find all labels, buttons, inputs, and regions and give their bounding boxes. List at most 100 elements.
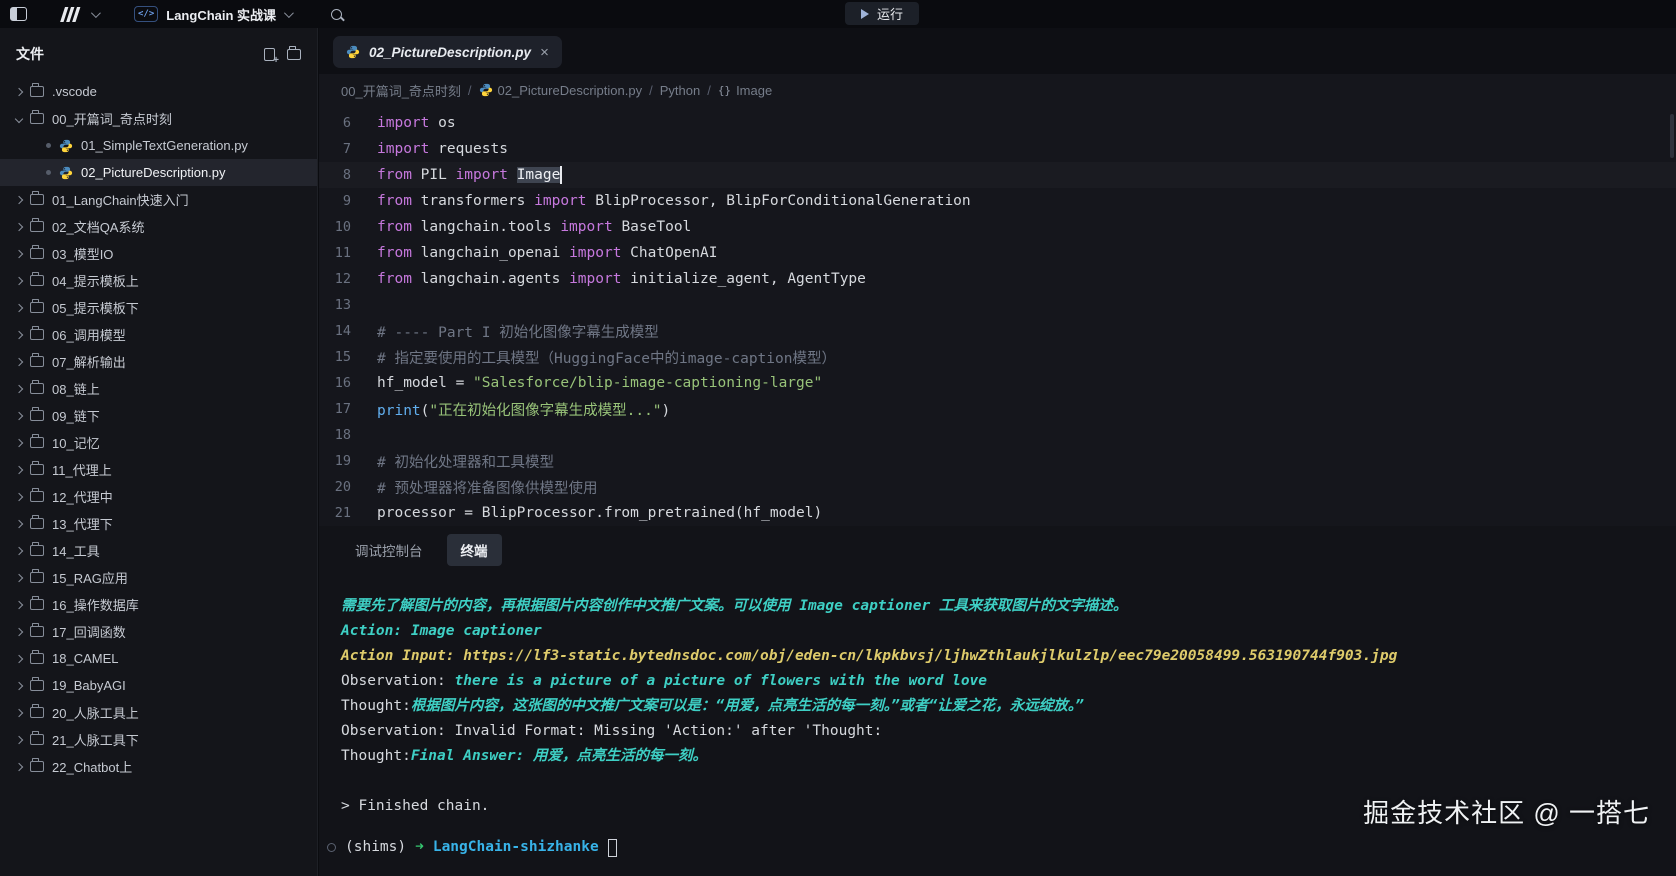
tree-item-label: 19_BabyAGI xyxy=(52,678,126,693)
tree-folder-item[interactable]: 02_文档QA系统 xyxy=(0,213,317,240)
terminal-tab-bar: 调试控制台终端 xyxy=(319,526,1676,574)
code-line[interactable]: 17print("正在初始化图像字幕生成模型...") xyxy=(319,396,1676,422)
chevron-right-icon xyxy=(15,438,23,446)
code-line[interactable]: 16hf_model = "Salesforce/blip-image-capt… xyxy=(319,370,1676,396)
tree-folder-item[interactable]: 00_开篇词_奇点时刻 xyxy=(0,105,317,132)
code-line[interactable]: 15# 指定要使用的工具模型（HuggingFace中的image-captio… xyxy=(319,344,1676,370)
code-line[interactable]: 14# ---- Part I 初始化图像字幕生成模型 xyxy=(319,318,1676,344)
explorer-header: 文件 xyxy=(0,28,317,74)
tree-item-label: 02_文档QA系统 xyxy=(52,217,144,236)
code-text: from langchain.tools import BaseTool xyxy=(377,219,691,235)
tree-folder-item[interactable]: 10_记忆 xyxy=(0,429,317,456)
tree-folder-item[interactable]: 19_BabyAGI xyxy=(0,672,317,699)
breadcrumb-item[interactable]: {}Image xyxy=(718,83,772,98)
chevron-down-icon xyxy=(15,114,23,122)
tree-item-label: 00_开篇词_奇点时刻 xyxy=(52,109,172,128)
app-logo[interactable] xyxy=(59,7,98,22)
tree-folder-item[interactable]: 13_代理下 xyxy=(0,510,317,537)
terminal-tab-terminal[interactable]: 终端 xyxy=(447,534,502,566)
tree-folder-item[interactable]: 21_人脉工具下 xyxy=(0,726,317,753)
code-text: # ---- Part I 初始化图像字幕生成模型 xyxy=(377,321,659,342)
tree-folder-item[interactable]: 08_链上 xyxy=(0,375,317,402)
tree-folder-item[interactable]: 15_RAG应用 xyxy=(0,564,317,591)
breadcrumb-item[interactable]: 02_PictureDescription.py xyxy=(479,83,643,98)
breadcrumb-item[interactable]: 00_开篇词_奇点时刻 xyxy=(341,81,461,100)
project-code-icon: </> xyxy=(134,6,158,22)
tree-folder-item[interactable]: 14_工具 xyxy=(0,537,317,564)
tree-folder-item[interactable]: 06_调用模型 xyxy=(0,321,317,348)
command-decoration-icon xyxy=(327,843,336,852)
project-selector[interactable]: </> LangChain 实战课 xyxy=(134,5,291,24)
chevron-right-icon xyxy=(15,303,23,311)
tree-folder-item[interactable]: 05_提示模板下 xyxy=(0,294,317,321)
code-text: hf_model = "Salesforce/blip-image-captio… xyxy=(377,375,822,391)
tree-folder-item[interactable]: 17_回调函数 xyxy=(0,618,317,645)
file-explorer-sidebar: 文件 .vscode 00_开篇词_奇点时刻 01_SimpleTextGenera… xyxy=(0,28,318,876)
chevron-right-icon xyxy=(15,411,23,419)
tree-folder-item[interactable]: 16_操作数据库 xyxy=(0,591,317,618)
code-line[interactable]: 19# 初始化处理器和工具模型 xyxy=(319,448,1676,474)
tree-item-label: 03_模型IO xyxy=(52,244,113,263)
tree-folder-item[interactable]: 09_链下 xyxy=(0,402,317,429)
terminal-tab-debug-console[interactable]: 调试控制台 xyxy=(341,534,437,566)
chevron-right-icon xyxy=(15,330,23,338)
project-name: LangChain 实战课 xyxy=(166,5,276,24)
run-button[interactable]: 运行 xyxy=(845,2,919,25)
folder-icon xyxy=(30,221,44,232)
project-dropdown-chevron-icon[interactable] xyxy=(284,8,294,18)
line-number: 18 xyxy=(319,427,377,443)
code-line[interactable]: 20# 预处理器将准备图像供模型使用 xyxy=(319,474,1676,500)
tree-folder-item[interactable]: 22_Chatbot上 xyxy=(0,753,317,780)
chevron-right-icon xyxy=(15,249,23,257)
terminal-line: Thought:Final Answer: 用爱，点亮生活的每一刻。 xyxy=(341,744,1676,769)
tree-folder-item[interactable]: 20_人脉工具上 xyxy=(0,699,317,726)
tree-folder-item[interactable]: 07_解析输出 xyxy=(0,348,317,375)
folder-icon xyxy=(30,356,44,367)
new-file-icon[interactable] xyxy=(264,48,275,61)
tree-folder-item[interactable]: 12_代理中 xyxy=(0,483,317,510)
code-line[interactable]: 21processor = BlipProcessor.from_pretrai… xyxy=(319,500,1676,526)
terminal-line: Observation: Invalid Format: Missing 'Ac… xyxy=(341,719,1676,744)
line-number: 16 xyxy=(319,375,377,391)
terminal-prompt[interactable]: (shims) ➜ LangChain-shizhanke xyxy=(341,835,1676,860)
tree-folder-item[interactable]: 11_代理上 xyxy=(0,456,317,483)
code-line[interactable]: 18 xyxy=(319,422,1676,448)
tree-folder-item[interactable]: .vscode xyxy=(0,78,317,105)
code-line[interactable]: 8from PIL import Image xyxy=(319,162,1676,188)
line-number: 15 xyxy=(319,349,377,365)
tree-file-item[interactable]: 02_PictureDescription.py xyxy=(0,159,317,186)
sidebar-toggle-icon[interactable] xyxy=(10,7,27,21)
folder-icon xyxy=(30,491,44,502)
folder-icon xyxy=(30,734,44,745)
new-folder-icon[interactable] xyxy=(287,49,301,60)
code-line[interactable]: 11from langchain_openai import ChatOpenA… xyxy=(319,240,1676,266)
tree-folder-item[interactable]: 01_LangChain快速入门 xyxy=(0,186,317,213)
code-line[interactable]: 7import requests xyxy=(319,136,1676,162)
chevron-right-icon xyxy=(15,654,23,662)
chevron-right-icon xyxy=(15,492,23,500)
editor-tab-label: 02_PictureDescription.py xyxy=(369,45,531,60)
logo-dropdown-chevron-icon[interactable] xyxy=(91,8,101,18)
code-line[interactable]: 10from langchain.tools import BaseTool xyxy=(319,214,1676,240)
terminal-cursor xyxy=(608,839,617,857)
code-line[interactable]: 12from langchain.agents import initializ… xyxy=(319,266,1676,292)
code-line[interactable]: 13 xyxy=(319,292,1676,318)
code-line[interactable]: 6import os xyxy=(319,110,1676,136)
editor-scrollbar[interactable] xyxy=(1670,114,1674,158)
breadcrumb-item[interactable]: Python xyxy=(660,83,700,98)
tree-folder-item[interactable]: 03_模型IO xyxy=(0,240,317,267)
tree-folder-item[interactable]: 18_CAMEL xyxy=(0,645,317,672)
editor-tab-active[interactable]: 02_PictureDescription.py × xyxy=(333,36,562,68)
search-icon[interactable] xyxy=(331,9,342,20)
tree-item-label: 04_提示模板上 xyxy=(52,271,139,290)
tree-file-item[interactable]: 01_SimpleTextGeneration.py xyxy=(0,132,317,159)
breadcrumb-label: Image xyxy=(736,83,772,98)
code-line[interactable]: 9from transformers import BlipProcessor,… xyxy=(319,188,1676,214)
tree-item-label: 14_工具 xyxy=(52,541,100,560)
code-editor[interactable]: 6import os7import requests8from PIL impo… xyxy=(319,106,1676,526)
code-text: from langchain.agents import initialize_… xyxy=(377,271,866,287)
line-number: 17 xyxy=(319,401,377,417)
tab-close-icon[interactable]: × xyxy=(540,45,549,60)
tree-folder-item[interactable]: 04_提示模板上 xyxy=(0,267,317,294)
folder-icon xyxy=(30,599,44,610)
